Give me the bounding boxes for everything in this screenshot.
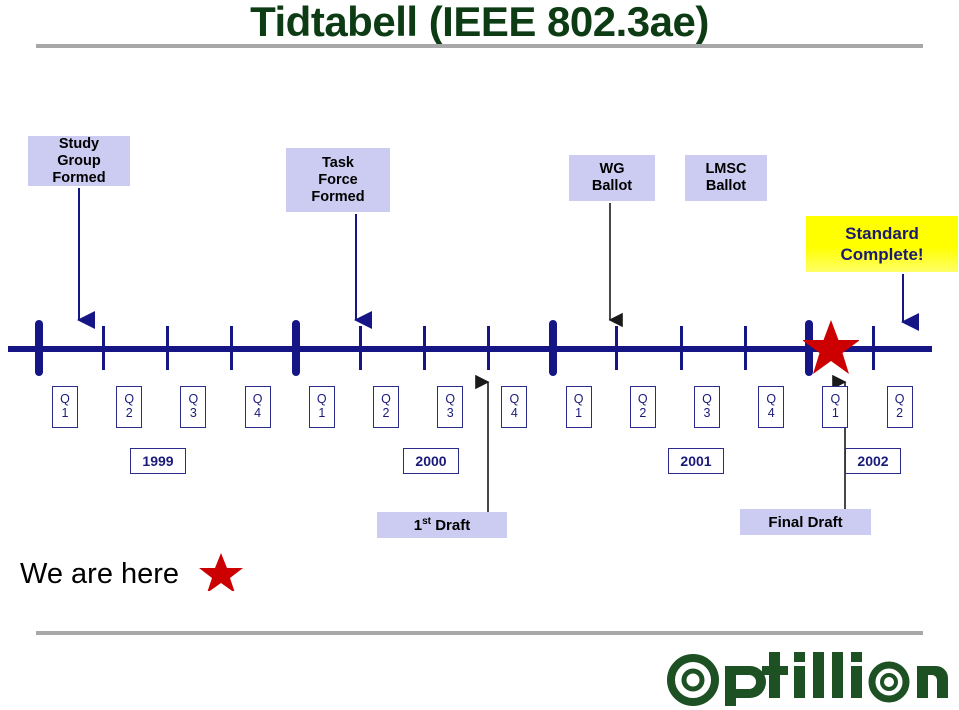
timeline-tick-minor (486, 326, 490, 370)
milestone-line: Ballot (705, 178, 747, 194)
quarter-number: 3 (189, 406, 197, 420)
milestone-line: Force (318, 171, 358, 188)
quarter-number: 1 (61, 406, 69, 420)
quarter-q: Q (124, 392, 135, 406)
quarter-q: Q (766, 392, 777, 406)
milestone-task-force[interactable]: Task Force Formed (286, 148, 390, 212)
quarter-number: 1 (575, 406, 583, 420)
year-box[interactable]: 2001 (668, 448, 724, 474)
draft-ordinal-suffix: st (422, 516, 432, 527)
title-divider (36, 44, 923, 48)
timeline-tick-minor (872, 326, 876, 370)
timeline-tick-minor (358, 326, 362, 370)
quarter-q: Q (509, 392, 520, 406)
timeline-tick-minor (422, 326, 426, 370)
quarter-number: 1 (318, 406, 326, 420)
quarter-box[interactable]: Q2 (116, 386, 143, 428)
year-box[interactable]: 2000 (403, 448, 459, 474)
draft-label: Final Draft (768, 513, 843, 531)
quarter-q: Q (445, 392, 456, 406)
quarter-number: 4 (767, 406, 775, 420)
quarter-q: Q (381, 392, 391, 406)
quarter-number: 2 (896, 406, 904, 420)
quarter-q: Q (830, 392, 841, 406)
milestone-study-group[interactable]: Study Group Formed (28, 136, 130, 186)
year-box[interactable]: 2002 (845, 448, 901, 474)
quarter-box[interactable]: Q1 (565, 386, 592, 428)
milestone-wg-ballot[interactable]: WG Ballot (569, 155, 655, 201)
draft-number: 1 (413, 517, 423, 534)
milestone-line: Group (57, 152, 101, 169)
quarter-box[interactable]: Q1 (308, 386, 335, 428)
milestone-standard-complete[interactable]: Standard Complete! (806, 216, 958, 272)
milestone-line: Formed (52, 169, 106, 186)
timeline-tick-major (291, 320, 300, 376)
draft-first[interactable]: 1st Draft (377, 512, 507, 538)
timeline-axis (8, 346, 932, 352)
milestone-line: Formed (311, 188, 365, 205)
slide-canvas: Tidtabell (IEEE 802.3ae) Study Group For… (0, 0, 959, 710)
we-are-here-label: We are here (20, 558, 180, 590)
quarter-q: Q (60, 392, 70, 406)
page-title: Tidtabell (IEEE 802.3ae) (250, 0, 709, 45)
quarter-number: 4 (254, 406, 262, 420)
timeline-tick-major (35, 320, 43, 376)
we-are-here-star-icon (199, 553, 244, 593)
optillion-logo (663, 644, 948, 706)
timeline-tick-minor (101, 326, 105, 370)
quarter-q: Q (316, 392, 327, 406)
quarter-box[interactable]: Q3 (437, 386, 464, 428)
quarter-number: 1 (831, 406, 839, 420)
timeline-tick-minor (743, 326, 747, 370)
milestone-line: Ballot (591, 178, 633, 194)
draft-word: Draft (431, 517, 471, 534)
quarter-q: Q (252, 392, 263, 406)
timeline-tick-minor (165, 326, 169, 370)
draft-final[interactable]: Final Draft (740, 509, 871, 535)
milestone-line: LMSC (705, 161, 747, 177)
timeline-tick-minor (230, 326, 234, 370)
footer-divider (36, 631, 923, 635)
quarter-number: 2 (382, 406, 390, 420)
milestone-line: Task (322, 154, 354, 171)
quarter-q: Q (637, 392, 648, 406)
quarter-q: Q (894, 392, 905, 406)
milestone-line: Standard (845, 224, 919, 243)
timeline-tick-minor (679, 326, 683, 370)
quarter-box[interactable]: Q3 (694, 386, 720, 428)
quarter-q: Q (573, 392, 584, 406)
quarter-number: 2 (125, 406, 133, 420)
quarter-q: Q (188, 392, 199, 406)
quarter-box[interactable]: Q1 (822, 386, 849, 428)
milestone-line: Study (58, 135, 100, 152)
year-box[interactable]: 1999 (130, 448, 186, 474)
milestone-line: WG (599, 161, 625, 177)
quarter-box[interactable]: Q2 (629, 386, 656, 428)
quarter-number: 4 (510, 406, 518, 420)
timeline-tick-minor (615, 326, 619, 370)
optillion-logo-icon (667, 652, 948, 706)
quarter-q: Q (702, 392, 712, 406)
milestone-lmsc-ballot[interactable]: LMSC Ballot (685, 155, 767, 201)
quarter-box[interactable]: Q4 (244, 386, 271, 428)
we-are-here-annotation: We are here (20, 551, 244, 593)
quarter-box[interactable]: Q3 (180, 386, 207, 428)
quarter-box[interactable]: Q4 (501, 386, 528, 428)
timeline-tick-major (548, 320, 557, 376)
quarter-number: 2 (639, 406, 647, 420)
quarter-box[interactable]: Q2 (373, 386, 399, 428)
quarter-box[interactable]: Q4 (758, 386, 785, 428)
milestone-line: Complete! (840, 245, 924, 264)
quarter-box[interactable]: Q1 (52, 386, 78, 428)
current-position-star-icon (803, 320, 859, 374)
quarter-number: 3 (703, 406, 711, 420)
quarter-number: 3 (446, 406, 454, 420)
quarter-box[interactable]: Q2 (886, 386, 913, 428)
